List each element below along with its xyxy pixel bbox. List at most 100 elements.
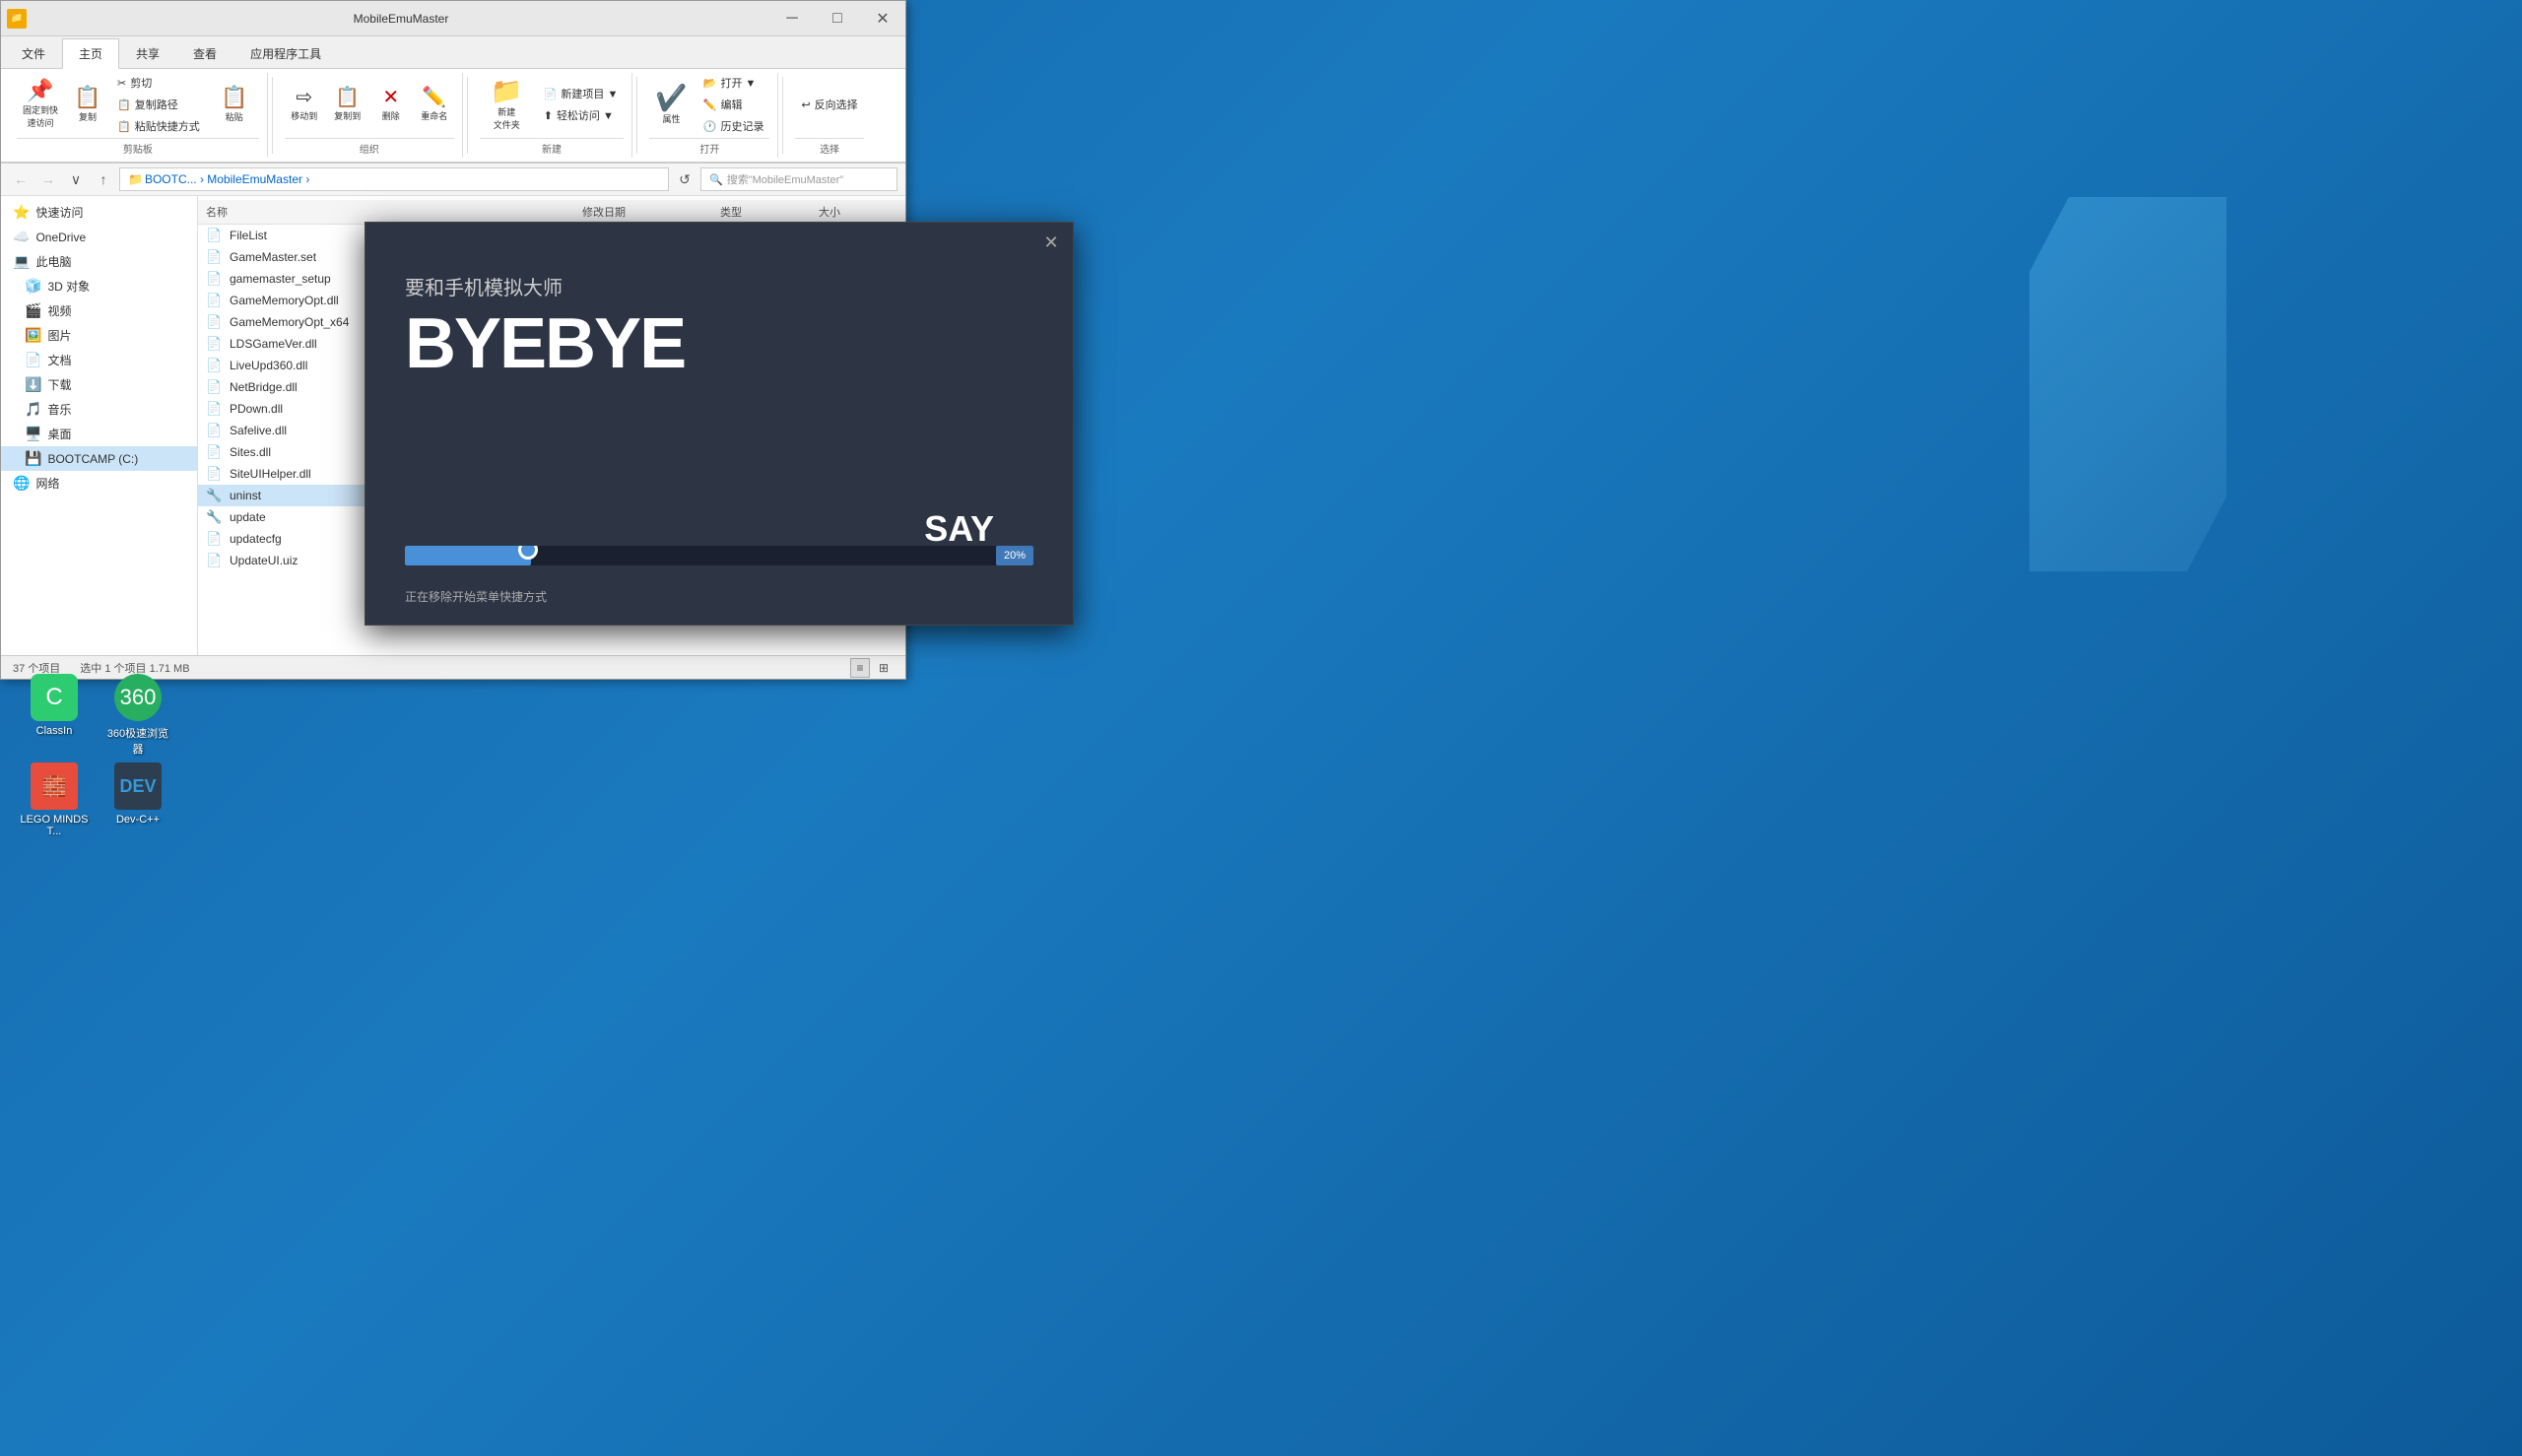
classin-label: ClassIn — [36, 725, 73, 737]
window-title: MobileEmuMaster — [33, 12, 769, 26]
desktop-icon-devcpp[interactable]: DEV Dev-C++ — [99, 759, 177, 829]
download-label: 下载 — [47, 376, 71, 393]
tab-view[interactable]: 查看 — [176, 38, 233, 68]
onedrive-icon: ☁️ — [13, 229, 30, 245]
minimize-button[interactable]: ─ — [769, 1, 815, 35]
network-icon: 🌐 — [13, 475, 30, 492]
copy-button[interactable]: 📋 复制 — [68, 83, 107, 127]
paste-button[interactable]: 📋 粘贴 — [210, 83, 259, 127]
file-icon-gamemaster: 📄 — [206, 249, 224, 265]
tab-app-tools[interactable]: 应用程序工具 — [233, 38, 338, 68]
dialog-say-label: SAY — [924, 508, 994, 550]
reverse-select-button[interactable]: ↩ 反向选择 — [795, 95, 863, 114]
refresh-button[interactable]: ↺ — [673, 167, 697, 191]
bootcamp-label: BOOTCAMP (C:) — [47, 452, 138, 466]
file-icon-updatecfg: 📄 — [206, 531, 224, 547]
edit-icon: ✏️ — [703, 99, 717, 111]
sep1 — [272, 77, 273, 154]
music-label: 音乐 — [47, 401, 71, 418]
lego-icon: 🧱 — [31, 762, 78, 810]
search-placeholder: 搜索"MobileEmuMaster" — [727, 171, 843, 187]
sidebar-item-docs[interactable]: 📄 文档 — [1, 348, 197, 372]
quickaccess-icon: ⭐ — [13, 204, 30, 221]
progress-bar-inner — [405, 546, 531, 565]
sidebar-item-3d[interactable]: 🧊 3D 对象 — [1, 274, 197, 298]
forward-button[interactable]: → — [36, 167, 60, 191]
paste-shortcut-button[interactable]: 📋 粘贴快捷方式 — [111, 116, 206, 136]
sidebar-item-music[interactable]: 🎵 音乐 — [1, 397, 197, 422]
paste-icon: 📋 — [221, 87, 247, 108]
recent-locations-button[interactable]: ∨ — [64, 167, 88, 191]
delete-button[interactable]: ✕ 删除 — [371, 84, 411, 126]
sidebar-item-desktop[interactable]: 🖥️ 桌面 — [1, 422, 197, 446]
search-box[interactable]: 🔍 搜索"MobileEmuMaster" — [700, 167, 897, 191]
sep3 — [636, 77, 637, 154]
select-buttons: ↩ 反向选择 — [795, 73, 863, 136]
sidebar-item-network[interactable]: 🌐 网络 — [1, 471, 197, 496]
maximize-button[interactable]: □ — [815, 1, 860, 35]
sep4 — [782, 77, 783, 154]
back-button[interactable]: ← — [9, 167, 33, 191]
properties-button[interactable]: ✔️ 属性 — [649, 81, 693, 129]
rename-button[interactable]: ✏️ 重命名 — [415, 84, 454, 126]
file-icon-updateui: 📄 — [206, 553, 224, 568]
pictures-icon: 🖼️ — [25, 327, 41, 344]
desktop-icon-360browser[interactable]: 360 360极速浏览器 — [99, 670, 177, 761]
details-view-button[interactable]: ≡ — [850, 658, 870, 678]
sidebar-item-pictures[interactable]: 🖼️ 图片 — [1, 323, 197, 348]
pictures-label: 图片 — [47, 327, 71, 344]
moveto-button[interactable]: ⇨ 移动到 — [285, 84, 324, 126]
copyto-icon: 📋 — [335, 88, 360, 107]
sidebar-item-quick[interactable]: ⭐ 快速访问 — [1, 200, 197, 225]
docs-label: 文档 — [47, 352, 71, 368]
newfolder-button[interactable]: 📁 新建文件夹 — [480, 74, 534, 135]
copypath-icon: 📋 — [117, 99, 131, 111]
address-bar: ← → ∨ ↑ 📁 BOOTC... › MobileEmuMaster › ↺… — [1, 164, 905, 196]
sidebar-item-thispc[interactable]: 💻 此电脑 — [1, 249, 197, 274]
path-icon: 📁 — [128, 172, 143, 186]
newitem-button[interactable]: 📄 新建项目 ▼ — [538, 84, 625, 103]
open-button[interactable]: 📂 打开 ▼ — [697, 73, 770, 93]
open-icon: 📂 — [703, 77, 717, 90]
3d-icon: 🧊 — [25, 278, 41, 295]
onedrive-label: OneDrive — [35, 231, 86, 244]
tab-share[interactable]: 共享 — [119, 38, 176, 68]
scissors-icon: ✂ — [117, 77, 126, 90]
path-breadcrumb: 📁 BOOTC... › MobileEmuMaster › — [128, 172, 309, 186]
360browser-label: 360极速浏览器 — [102, 725, 173, 757]
ribbon-group-clipboard: 📌 固定到快速访问 📋 复制 ✂ 剪切 📋 — [9, 73, 268, 158]
sidebar-item-onedrive[interactable]: ☁️ OneDrive — [1, 225, 197, 249]
new-label: 新建 — [480, 138, 625, 158]
sidebar-item-bootcamp[interactable]: 💾 BOOTCAMP (C:) — [1, 446, 197, 471]
dialog-close-button[interactable]: ✕ — [1039, 231, 1063, 254]
ribbon-content: 📌 固定到快速访问 📋 复制 ✂ 剪切 📋 — [1, 69, 905, 164]
history-button[interactable]: 🕐 历史记录 — [697, 116, 770, 136]
header-size: 大小 — [819, 204, 897, 220]
file-icon-netbridge: 📄 — [206, 379, 224, 395]
up-button[interactable]: ↑ — [92, 167, 115, 191]
pin-button[interactable]: 📌 固定到快速访问 — [17, 76, 64, 133]
reverseselect-icon: ↩ — [801, 99, 810, 111]
clipboard-buttons: 📌 固定到快速访问 📋 复制 ✂ 剪切 📋 — [17, 73, 259, 136]
file-icon-liveupd: 📄 — [206, 358, 224, 373]
copyto-button[interactable]: 📋 复制到 — [328, 84, 367, 126]
edit-button[interactable]: ✏️ 编辑 — [697, 95, 770, 114]
address-path[interactable]: 📁 BOOTC... › MobileEmuMaster › — [119, 167, 669, 191]
close-button[interactable]: ✕ — [860, 1, 905, 35]
file-icon-filelist: 📄 — [206, 228, 224, 243]
copy-path-button[interactable]: 📋 复制路径 — [111, 95, 206, 114]
sidebar-item-download[interactable]: ⬇️ 下载 — [1, 372, 197, 397]
path-text: BOOTC... › MobileEmuMaster › — [145, 172, 309, 186]
large-icons-view-button[interactable]: ⊞ — [874, 658, 894, 678]
tab-home[interactable]: 主页 — [62, 38, 119, 69]
header-date: 修改日期 — [582, 204, 720, 220]
sidebar-item-video[interactable]: 🎬 视频 — [1, 298, 197, 323]
file-icon-pdown: 📄 — [206, 401, 224, 417]
cut-button[interactable]: ✂ 剪切 — [111, 73, 206, 93]
pin-icon: 📌 — [27, 80, 53, 101]
desktop-icon-lego[interactable]: 🧱 LEGO MINDST... — [15, 759, 94, 841]
file-icon-gamemem64: 📄 — [206, 314, 224, 330]
easyaccess-button[interactable]: ⬆ 轻松访问 ▼ — [538, 105, 625, 125]
tab-file[interactable]: 文件 — [5, 38, 62, 68]
desktop-icon-classin[interactable]: C ClassIn — [15, 670, 94, 741]
